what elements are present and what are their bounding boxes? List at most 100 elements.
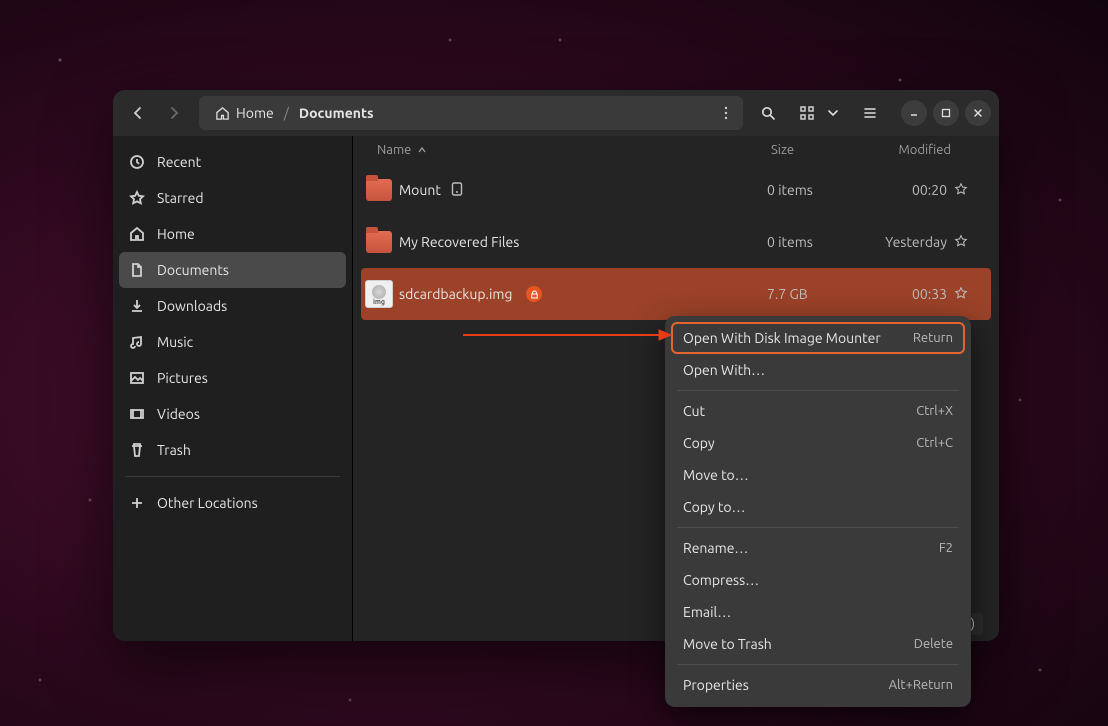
music-icon (129, 334, 145, 350)
context-menu-label: Compress… (683, 572, 759, 588)
file-name: Mount (399, 182, 441, 198)
grid-icon (799, 105, 815, 121)
maximize-button[interactable] (933, 100, 959, 126)
folder-icon (366, 179, 392, 201)
file-modified: 00:33 (847, 286, 947, 302)
column-headers[interactable]: Name Size Modified (353, 136, 999, 164)
sidebar-item-label: Documents (157, 262, 229, 278)
file-size: 0 items (767, 182, 847, 198)
drive-icon (451, 182, 463, 199)
hamburger-icon (862, 105, 878, 121)
context-menu-trash[interactable]: Move to Trash Delete (671, 628, 965, 660)
context-menu-compress[interactable]: Compress… (671, 564, 965, 596)
star-icon (129, 190, 145, 206)
search-button[interactable] (751, 96, 785, 130)
folder-icon (366, 231, 392, 253)
star-outline-icon (954, 182, 968, 196)
file-name: sdcardbackup.img (399, 286, 512, 302)
column-modified[interactable]: Modified (851, 143, 951, 157)
context-menu: Open With Disk Image MounterReturnOpen W… (665, 316, 971, 707)
sidebar-item-trash[interactable]: Trash (119, 432, 346, 468)
column-name[interactable]: Name (377, 143, 771, 157)
context-menu-divider (677, 664, 959, 665)
context-menu-label: Properties (683, 677, 749, 693)
sidebar-item-starred[interactable]: Starred (119, 180, 346, 216)
context-menu-open-with[interactable]: Open With… (671, 354, 965, 386)
column-size[interactable]: Size (771, 143, 851, 157)
sidebar-item-pictures[interactable]: Pictures (119, 360, 346, 396)
context-menu-label: Copy to… (683, 499, 745, 515)
context-menu-shortcut: Ctrl+C (916, 436, 953, 450)
sidebar-item-home[interactable]: Home (119, 216, 346, 252)
sidebar-item-documents[interactable]: Documents (119, 252, 346, 288)
sidebar: Recent Starred Home Documents Downloads … (113, 136, 353, 641)
star-toggle[interactable] (947, 182, 975, 199)
context-menu-label: Cut (683, 403, 705, 419)
star-toggle[interactable] (947, 286, 975, 303)
sidebar-item-label: Starred (157, 190, 204, 206)
path-bar[interactable]: Home / Documents (199, 96, 743, 130)
sidebar-item-label: Downloads (157, 298, 227, 314)
path-home-segment[interactable]: Home (209, 105, 280, 121)
context-menu-open-mounter[interactable]: Open With Disk Image Mounter Return (671, 322, 965, 354)
context-menu-move-to[interactable]: Move to… (671, 459, 965, 491)
file-name: My Recovered Files (399, 234, 519, 250)
sidebar-item-label: Pictures (157, 370, 208, 386)
context-menu-copy-to[interactable]: Copy to… (671, 491, 965, 523)
context-menu-shortcut: Delete (914, 637, 953, 651)
path-current-segment[interactable]: Documents (293, 105, 380, 121)
sidebar-item-label: Videos (157, 406, 200, 422)
view-dropdown-button[interactable] (821, 96, 845, 130)
file-size: 0 items (767, 234, 847, 250)
context-menu-divider (677, 390, 959, 391)
context-menu-properties[interactable]: PropertiesAlt+Return (671, 669, 965, 701)
sort-asc-icon (417, 145, 427, 155)
context-menu-label: Open With… (683, 362, 765, 378)
star-outline-icon (954, 234, 968, 248)
path-menu-button[interactable] (713, 96, 739, 130)
file-row[interactable]: img sdcardbackup.img 7.7 GB00:33 (361, 268, 991, 320)
context-menu-label: Copy (683, 435, 715, 451)
context-menu-shortcut: F2 (939, 541, 953, 555)
back-button[interactable] (121, 96, 155, 130)
sidebar-item-videos[interactable]: Videos (119, 396, 346, 432)
hamburger-menu-button[interactable] (853, 96, 887, 130)
sidebar-item-label: Home (157, 226, 195, 242)
context-menu-label: Move to Trash (683, 636, 772, 652)
forward-button[interactable] (157, 96, 191, 130)
context-menu-rename[interactable]: Rename…F2 (671, 532, 965, 564)
sidebar-item-other-locations[interactable]: Other Locations (119, 485, 346, 521)
sidebar-item-label: Music (157, 334, 193, 350)
lock-badge-icon (526, 286, 542, 302)
context-menu-email[interactable]: Email… (671, 596, 965, 628)
view-grid-button[interactable] (793, 96, 821, 130)
context-menu-copy[interactable]: Copy Ctrl+C (671, 427, 965, 459)
context-menu-label: Open With Disk Image Mounter (683, 330, 881, 346)
home-icon (215, 106, 230, 121)
path-home-label: Home (236, 105, 274, 121)
close-button[interactable] (965, 100, 991, 126)
sidebar-item-recent[interactable]: Recent (119, 144, 346, 180)
titlebar: Home / Documents (113, 90, 999, 136)
minimize-button[interactable] (901, 100, 927, 126)
file-row[interactable]: Mount0 items00:20 (353, 164, 999, 216)
context-menu-divider (677, 527, 959, 528)
file-modified: Yesterday (847, 234, 947, 250)
context-menu-shortcut: Return (913, 331, 953, 345)
file-size: 7.7 GB (767, 286, 847, 302)
context-menu-label: Email… (683, 604, 731, 620)
sidebar-item-music[interactable]: Music (119, 324, 346, 360)
annotation-arrow (463, 328, 673, 342)
videos-icon (129, 406, 145, 422)
sidebar-item-downloads[interactable]: Downloads (119, 288, 346, 324)
downloads-icon (129, 298, 145, 314)
context-menu-label: Move to… (683, 467, 749, 483)
context-menu-cut[interactable]: CutCtrl+X (671, 395, 965, 427)
sidebar-item-label: Other Locations (157, 495, 258, 511)
star-toggle[interactable] (947, 234, 975, 251)
file-row[interactable]: My Recovered Files 0 itemsYesterday (353, 216, 999, 268)
disk-image-icon: img (365, 280, 393, 308)
pictures-icon (129, 370, 145, 386)
path-separator: / (280, 105, 293, 121)
sidebar-item-label: Trash (157, 442, 191, 458)
